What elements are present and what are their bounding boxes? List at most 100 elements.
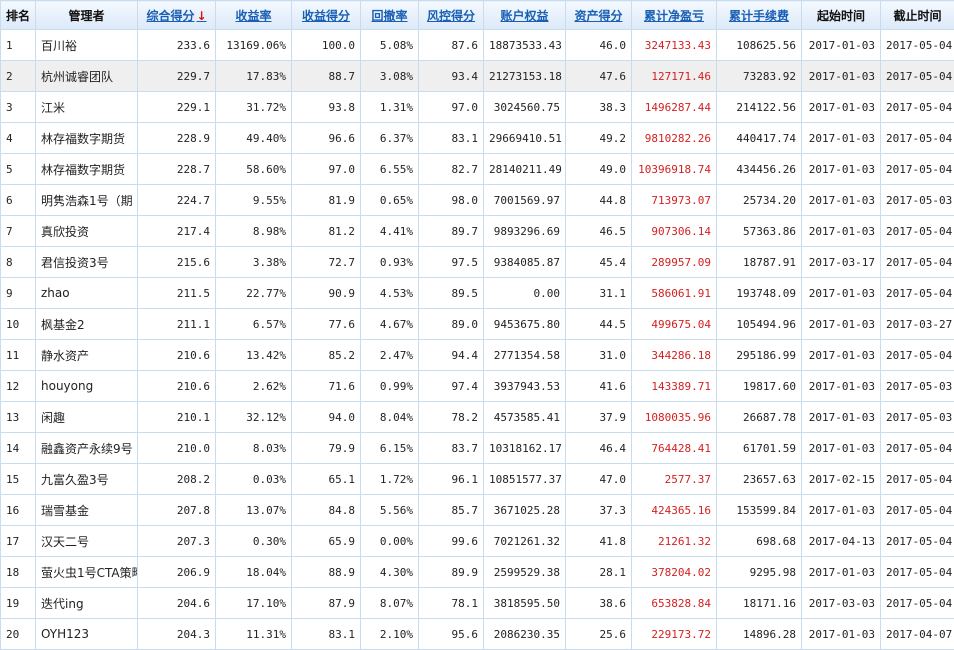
cell-end-date: 2017-05-04 [881,495,954,526]
cell-start-date: 2017-01-03 [802,278,881,309]
cell-return-score: 96.6 [292,123,361,154]
header-composite-score[interactable]: 综合得分↓ [138,1,216,30]
cell-asset-score: 41.8 [566,526,632,557]
cell-rank: 15 [1,464,36,495]
table-row[interactable]: 4林存福数字期货228.949.40%96.66.37%83.129669410… [1,123,954,154]
cell-drawdown: 0.65% [361,185,419,216]
cell-start-date: 2017-01-03 [802,433,881,464]
cell-drawdown: 4.53% [361,278,419,309]
header-row: 排名 管理者 综合得分↓ 收益率 收益得分 回撤率 风控得分 账户权益 资产得分… [1,1,954,30]
header-return-score[interactable]: 收益得分 [292,1,361,30]
cell-composite-score: 228.9 [138,123,216,154]
cell-return-score: 79.9 [292,433,361,464]
cell-manager: 静水资产 [36,340,138,371]
table-row[interactable]: 10枫基金2211.16.57%77.64.67%89.09453675.804… [1,309,954,340]
cell-return-score: 88.9 [292,557,361,588]
cell-manager: 明隽浩森1号（期 [36,185,138,216]
cell-drawdown: 2.10% [361,619,419,650]
table-row[interactable]: 15九富久盈3号208.20.03%65.11.72%96.110851577.… [1,464,954,495]
cell-composite-score: 206.9 [138,557,216,588]
cell-rank: 14 [1,433,36,464]
cell-net-pnl: 907306.14 [632,216,717,247]
cell-start-date: 2017-01-03 [802,619,881,650]
cell-net-pnl: 713973.07 [632,185,717,216]
table-row[interactable]: 20OYH123204.311.31%83.12.10%95.62086230.… [1,619,954,650]
header-fees[interactable]: 累计手续费 [717,1,802,30]
table-row[interactable]: 3江米229.131.72%93.81.31%97.03024560.7538.… [1,92,954,123]
cell-start-date: 2017-01-03 [802,557,881,588]
cell-drawdown: 0.00% [361,526,419,557]
cell-equity: 3671025.28 [484,495,566,526]
cell-start-date: 2017-01-03 [802,309,881,340]
cell-return-rate: 6.57% [216,309,292,340]
cell-rank: 4 [1,123,36,154]
table-row[interactable]: 19迭代ing204.617.10%87.98.07%78.13818595.5… [1,588,954,619]
table-row[interactable]: 18萤火虫1号CTA策略206.918.04%88.94.30%89.92599… [1,557,954,588]
cell-fees: 18787.91 [717,247,802,278]
cell-composite-score: 211.5 [138,278,216,309]
table-row[interactable]: 9zhao211.522.77%90.94.53%89.50.0031.1586… [1,278,954,309]
cell-return-rate: 0.30% [216,526,292,557]
cell-risk-score: 78.1 [419,588,484,619]
cell-composite-score: 204.3 [138,619,216,650]
cell-return-rate: 8.98% [216,216,292,247]
cell-return-score: 94.0 [292,402,361,433]
table-row[interactable]: 8君信投资3号215.63.38%72.70.93%97.59384085.87… [1,247,954,278]
header-equity[interactable]: 账户权益 [484,1,566,30]
cell-drawdown: 8.07% [361,588,419,619]
cell-fees: 440417.74 [717,123,802,154]
cell-net-pnl: 378204.02 [632,557,717,588]
cell-return-score: 97.0 [292,154,361,185]
header-risk-score[interactable]: 风控得分 [419,1,484,30]
header-net-pnl[interactable]: 累计净盈亏 [632,1,717,30]
cell-manager: 萤火虫1号CTA策略 [36,557,138,588]
cell-asset-score: 38.6 [566,588,632,619]
cell-drawdown: 4.67% [361,309,419,340]
cell-risk-score: 98.0 [419,185,484,216]
cell-asset-score: 46.5 [566,216,632,247]
cell-return-rate: 58.60% [216,154,292,185]
cell-manager: 君信投资3号 [36,247,138,278]
table-row[interactable]: 5林存福数字期货228.758.60%97.06.55%82.728140211… [1,154,954,185]
cell-rank: 8 [1,247,36,278]
cell-risk-score: 87.6 [419,30,484,61]
cell-return-score: 72.7 [292,247,361,278]
cell-equity: 9453675.80 [484,309,566,340]
cell-end-date: 2017-05-04 [881,526,954,557]
table-row[interactable]: 7真欣投资217.48.98%81.24.41%89.79893296.6946… [1,216,954,247]
cell-fees: 25734.20 [717,185,802,216]
table-row[interactable]: 11静水资产210.613.42%85.22.47%94.42771354.58… [1,340,954,371]
cell-manager: 百川裕 [36,30,138,61]
cell-risk-score: 94.4 [419,340,484,371]
cell-net-pnl: 653828.84 [632,588,717,619]
header-drawdown[interactable]: 回撤率 [361,1,419,30]
cell-return-rate: 8.03% [216,433,292,464]
cell-manager: 迭代ing [36,588,138,619]
cell-manager: 闲趣 [36,402,138,433]
header-return-rate[interactable]: 收益率 [216,1,292,30]
cell-rank: 9 [1,278,36,309]
cell-asset-score: 47.0 [566,464,632,495]
cell-drawdown: 0.93% [361,247,419,278]
header-composite-score-label[interactable]: 综合得分 [146,9,194,23]
cell-composite-score: 210.6 [138,371,216,402]
table-row[interactable]: 2杭州诚睿团队229.717.83%88.73.08%93.421273153.… [1,61,954,92]
cell-return-score: 84.8 [292,495,361,526]
table-row[interactable]: 17汉天二号207.30.30%65.90.00%99.67021261.324… [1,526,954,557]
table-row[interactable]: 16瑞雪基金207.813.07%84.85.56%85.73671025.28… [1,495,954,526]
table-row[interactable]: 14融鑫资产永续9号210.08.03%79.96.15%83.71031816… [1,433,954,464]
cell-equity: 9384085.87 [484,247,566,278]
header-manager: 管理者 [36,1,138,30]
cell-rank: 20 [1,619,36,650]
cell-drawdown: 6.55% [361,154,419,185]
table-row[interactable]: 1百川裕233.613169.06%100.05.08%87.618873533… [1,30,954,61]
cell-composite-score: 228.7 [138,154,216,185]
cell-asset-score: 44.8 [566,185,632,216]
header-asset-score[interactable]: 资产得分 [566,1,632,30]
table-row[interactable]: 6明隽浩森1号（期224.79.55%81.90.65%98.07001569.… [1,185,954,216]
cell-return-rate: 17.10% [216,588,292,619]
cell-end-date: 2017-03-27 [881,309,954,340]
cell-fees: 23657.63 [717,464,802,495]
table-row[interactable]: 13闲趣210.132.12%94.08.04%78.24573585.4137… [1,402,954,433]
table-row[interactable]: 12houyong210.62.62%71.60.99%97.43937943.… [1,371,954,402]
